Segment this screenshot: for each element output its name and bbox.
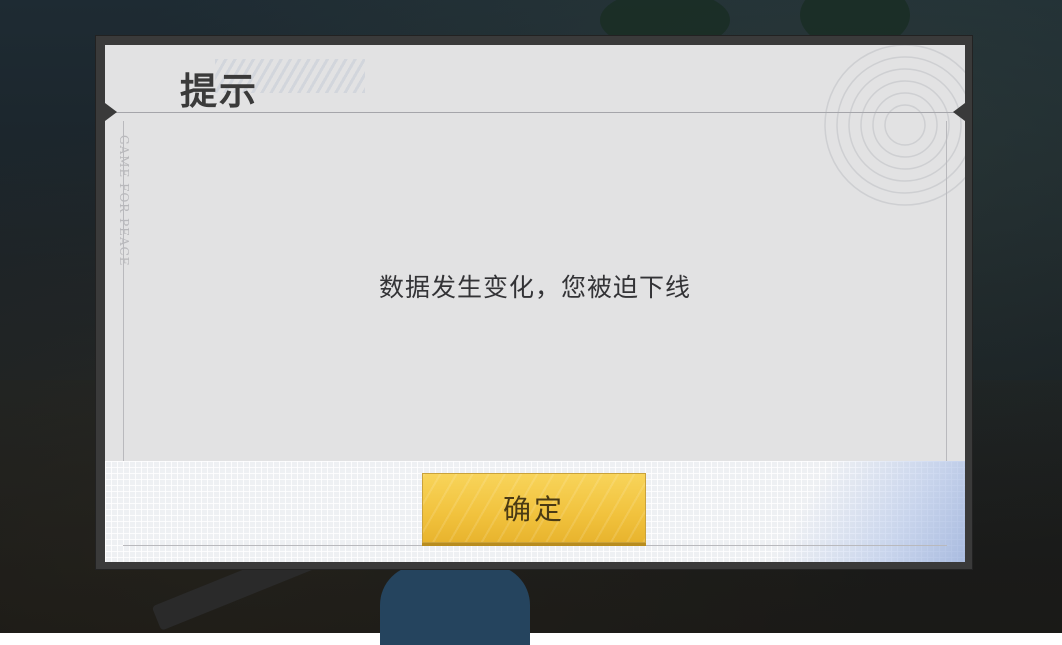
frame-notch-left <box>105 103 117 121</box>
alert-dialog: GAME FOR PEACE 提示 数据发生变化，您被迫下线 确定 <box>95 35 973 570</box>
confirm-button[interactable]: 确定 <box>422 473 646 543</box>
confirm-button-label: 确定 <box>502 493 565 526</box>
dialog-title: 提示 <box>180 70 258 113</box>
dialog-message: 数据发生变化，您被迫下线 <box>378 273 691 302</box>
watermark-text: GAME FOR PEACE <box>117 135 131 267</box>
dialog-panel: GAME FOR PEACE 提示 数据发生变化，您被迫下线 确定 <box>105 45 965 562</box>
title-divider <box>115 112 955 113</box>
footer-glow <box>745 461 965 562</box>
frame-notch-right <box>953 103 965 121</box>
footer-divider <box>123 545 947 546</box>
background-player <box>380 565 530 645</box>
decorative-rings-icon <box>824 45 965 206</box>
